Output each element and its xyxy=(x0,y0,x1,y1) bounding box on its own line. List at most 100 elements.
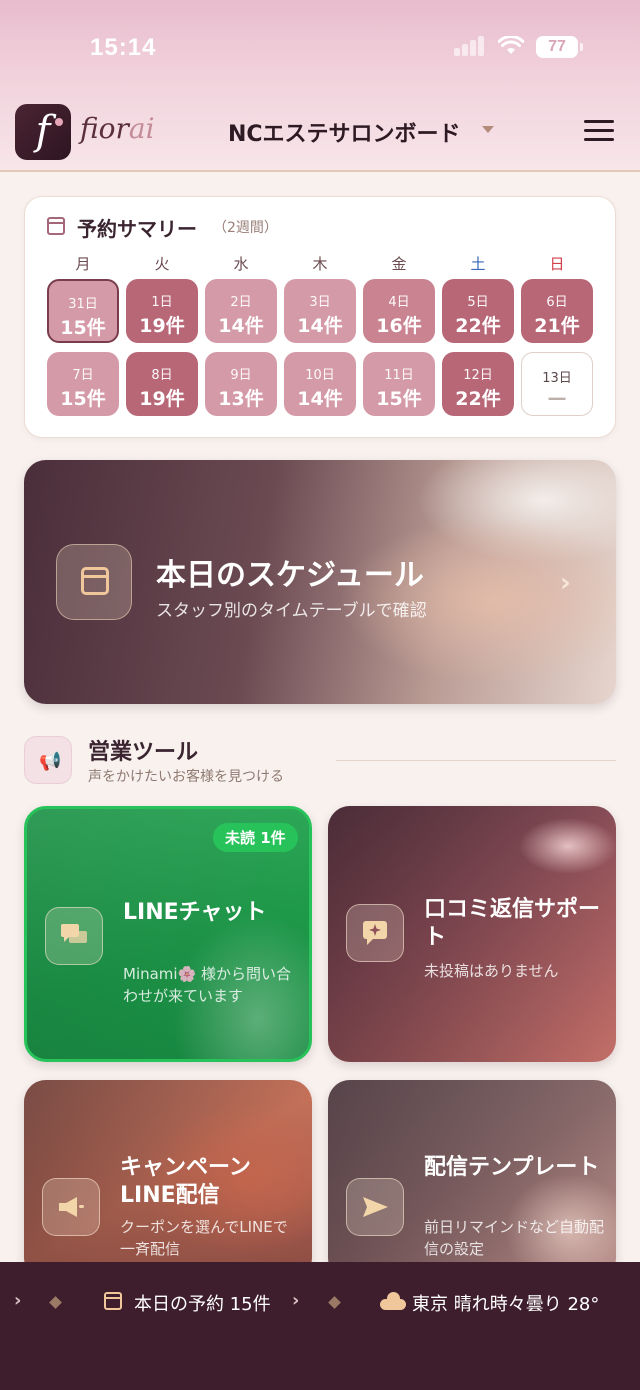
day-count: 14件 xyxy=(297,315,343,337)
battery-indicator: 77 xyxy=(536,36,583,58)
weekday-mon: 月 xyxy=(75,255,91,273)
diamond-separator xyxy=(328,1296,341,1309)
day-cell[interactable]: 2日 14件 xyxy=(205,279,277,343)
day-date: 6日 xyxy=(546,295,568,310)
campaign-subtitle: クーポンを選んでLINEで一斉配信 xyxy=(120,1218,288,1258)
today-schedule-card[interactable]: 本日のスケジュール スタッフ別のタイムテーブルで確認 › xyxy=(24,460,616,704)
tools-section-title: 営業ツール xyxy=(88,740,199,765)
day-date: 13日 xyxy=(542,371,572,386)
campaign-line-tile[interactable]: キャンペーンLINE配信 クーポンを選んでLINEで一斉配信 xyxy=(24,1080,312,1280)
weekday-sun: 日 xyxy=(549,255,565,273)
day-count: 22件 xyxy=(455,388,501,410)
schedule-subtitle: スタッフ別のタイムテーブルで確認 xyxy=(156,601,427,621)
megaphone-icon: 📢 xyxy=(39,751,62,772)
campaign-title: キャンペーンLINE配信 xyxy=(120,1155,251,1208)
day-count: 14件 xyxy=(218,315,264,337)
day-cell[interactable]: 9日 13件 xyxy=(205,352,277,416)
day-cell[interactable]: 1日 19件 xyxy=(126,279,198,343)
status-time: 15:14 xyxy=(90,34,157,61)
app-header: f fiorai NCエステサロンボード xyxy=(0,92,640,172)
weekday-fri: 金 xyxy=(391,255,407,273)
app-logo[interactable]: f xyxy=(15,104,71,160)
day-count: 21件 xyxy=(534,315,580,337)
calendar-icon xyxy=(47,217,65,235)
caret-down-icon[interactable] xyxy=(482,126,494,133)
sparkle-message-icon xyxy=(346,904,404,962)
day-cell[interactable]: 5日 22件 xyxy=(442,279,514,343)
day-cell[interactable]: 12日 22件 xyxy=(442,352,514,416)
reservation-summary-card: 予約サマリー （2週間） 月 火 水 木 金 土 日 31日 15件 1日 19件 2日… xyxy=(24,196,616,438)
info-ticker: › 本日の予約 15件 › 東京 晴れ時々曇り 28° xyxy=(0,1262,640,1390)
logo-dot xyxy=(55,118,63,126)
day-date: 7日 xyxy=(72,368,94,383)
tools-section-subtitle: 声をかけたいお客様を見つける xyxy=(88,769,284,785)
chat-bubbles-icon xyxy=(45,907,103,965)
ticker-weather[interactable]: 東京 晴れ時々曇り 28° xyxy=(412,1290,599,1316)
day-date: 2日 xyxy=(230,295,252,310)
review-reply-tile[interactable]: 口コミ返信サポート 未投稿はありません xyxy=(328,806,616,1062)
chevron-right-icon: › xyxy=(14,1290,22,1311)
day-date: 4日 xyxy=(388,295,410,310)
logo-wordmark-accent: ai xyxy=(128,112,155,145)
summary-period: （2週間） xyxy=(213,220,278,236)
schedule-icon-box xyxy=(56,544,132,620)
store-selector[interactable]: NCエステサロンボード xyxy=(228,116,461,148)
section-divider xyxy=(336,760,616,761)
line-chat-tile[interactable]: 未読 1件 LINEチャット Minami🌸 様から問い合わせが来ています xyxy=(24,806,312,1062)
day-count: 14件 xyxy=(297,388,343,410)
schedule-title: 本日のスケジュール xyxy=(156,558,424,593)
day-count: 16件 xyxy=(376,315,422,337)
chevron-right-icon: › xyxy=(560,568,571,598)
day-date: 31日 xyxy=(68,297,98,312)
weekday-sat: 土 xyxy=(470,255,486,273)
day-count: — xyxy=(547,387,567,409)
day-count: 15件 xyxy=(376,388,422,410)
day-cell[interactable]: 10日 14件 xyxy=(284,352,356,416)
weekday-thu: 木 xyxy=(312,255,328,273)
day-cell[interactable]: 3日 14件 xyxy=(284,279,356,343)
day-date: 8日 xyxy=(151,368,173,383)
day-count: 15件 xyxy=(60,388,106,410)
logo-wordmark: fiorai xyxy=(80,112,155,145)
line-chat-subtitle: Minami🌸 様から問い合わせが来ています xyxy=(123,965,292,1005)
logo-wordmark-main: fior xyxy=(80,112,129,145)
day-cell[interactable]: 13日 — xyxy=(521,352,593,416)
send-icon xyxy=(346,1178,404,1236)
day-count: 19件 xyxy=(139,388,185,410)
day-count: 13件 xyxy=(218,388,264,410)
day-date: 5日 xyxy=(467,295,489,310)
template-subtitle: 前日リマインドなど自動配信の設定 xyxy=(424,1218,605,1258)
unread-badge: 未読 1件 xyxy=(213,823,298,852)
template-title: 配信テンプレート xyxy=(424,1155,600,1180)
day-cell[interactable]: 31日 15件 xyxy=(47,279,119,343)
cloud-icon xyxy=(380,1292,406,1310)
weekday-tue: 火 xyxy=(154,255,170,273)
calendar-icon xyxy=(104,1292,122,1310)
day-cell[interactable]: 7日 15件 xyxy=(47,352,119,416)
day-count: 19件 xyxy=(139,315,185,337)
day-date: 11日 xyxy=(384,368,414,383)
ticker-today-reservations[interactable]: 本日の予約 15件 xyxy=(134,1290,271,1316)
calendar-icon xyxy=(81,567,109,595)
tools-section-icon: 📢 xyxy=(24,736,72,784)
day-cell[interactable]: 6日 21件 xyxy=(521,279,593,343)
hamburger-menu-icon[interactable] xyxy=(584,120,614,142)
review-reply-subtitle: 未投稿はありません xyxy=(424,962,559,980)
line-chat-title: LINEチャット xyxy=(123,900,267,925)
day-cell[interactable]: 11日 15件 xyxy=(363,352,435,416)
day-count: 22件 xyxy=(455,315,501,337)
day-cell[interactable]: 8日 19件 xyxy=(126,352,198,416)
cellular-signal-icon xyxy=(454,36,486,56)
weekday-wed: 水 xyxy=(233,255,249,273)
wifi-icon xyxy=(498,36,524,54)
day-date: 12日 xyxy=(463,368,493,383)
summary-title: 予約サマリー xyxy=(77,217,197,241)
day-count: 15件 xyxy=(60,317,106,339)
day-date: 3日 xyxy=(309,295,331,310)
day-cell[interactable]: 4日 16件 xyxy=(363,279,435,343)
delivery-template-tile[interactable]: 配信テンプレート 前日リマインドなど自動配信の設定 xyxy=(328,1080,616,1280)
day-date: 1日 xyxy=(151,295,173,310)
day-date: 9日 xyxy=(230,368,252,383)
chevron-right-icon: › xyxy=(292,1290,300,1311)
day-date: 10日 xyxy=(305,368,335,383)
